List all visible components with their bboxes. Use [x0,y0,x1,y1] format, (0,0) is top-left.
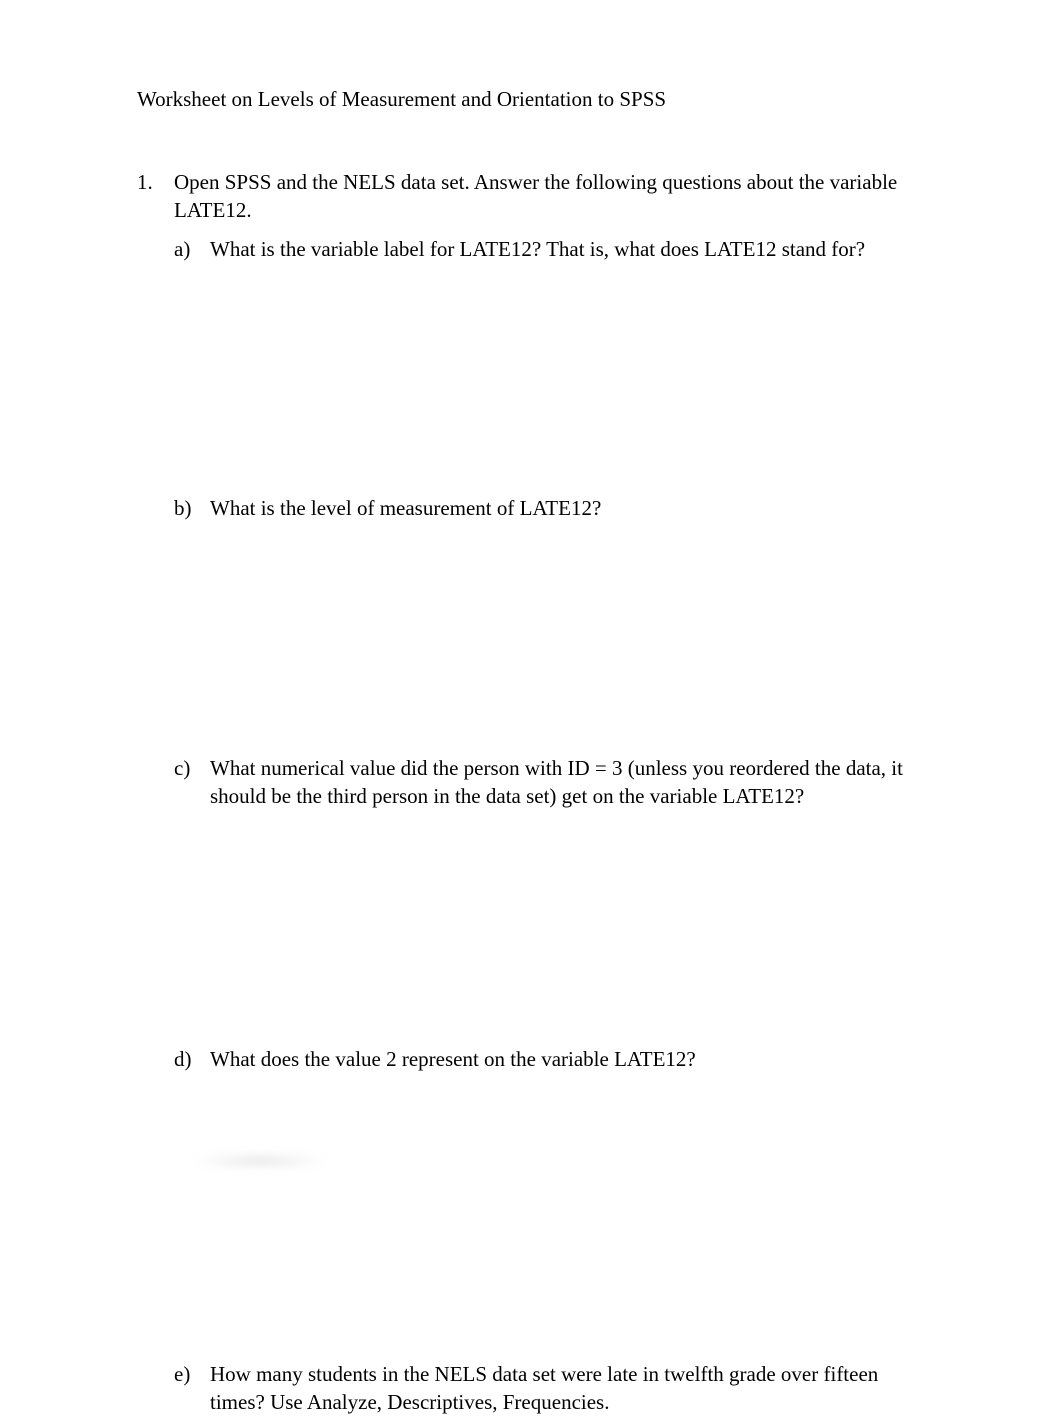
question-1a: a) What is the variable label for LATE12… [137,236,932,263]
subquestion-letter: e) [174,1361,210,1416]
answer-space [137,1073,932,1361]
question-number: 1. [137,169,174,224]
answer-space [137,522,932,755]
question-1c: c) What numerical value did the person w… [137,755,932,810]
subquestion-letter: b) [174,495,210,522]
question-1e: e) How many students in the NELS data se… [137,1361,932,1416]
subquestion-text: What does the value 2 represent on the v… [210,1046,932,1073]
subquestion-text: What is the variable label for LATE12? T… [210,236,932,263]
question-1: 1. Open SPSS and the NELS data set. Answ… [137,169,932,224]
question-1d: d) What does the value 2 represent on th… [137,1046,932,1073]
subquestion-text: What numerical value did the person with… [210,755,932,810]
answer-space [137,810,932,1046]
page-title: Worksheet on Levels of Measurement and O… [137,86,932,113]
question-1b: b) What is the level of measurement of L… [137,495,932,522]
subquestion-text: What is the level of measurement of LATE… [210,495,932,522]
blur-artifact [190,1152,330,1170]
subquestion-letter: d) [174,1046,210,1073]
subquestion-letter: c) [174,755,210,810]
worksheet-page: Worksheet on Levels of Measurement and O… [0,0,1062,1416]
question-text: Open SPSS and the NELS data set. Answer … [174,169,932,224]
answer-space [137,263,932,495]
subquestion-letter: a) [174,236,210,263]
subquestion-text: How many students in the NELS data set w… [210,1361,932,1416]
